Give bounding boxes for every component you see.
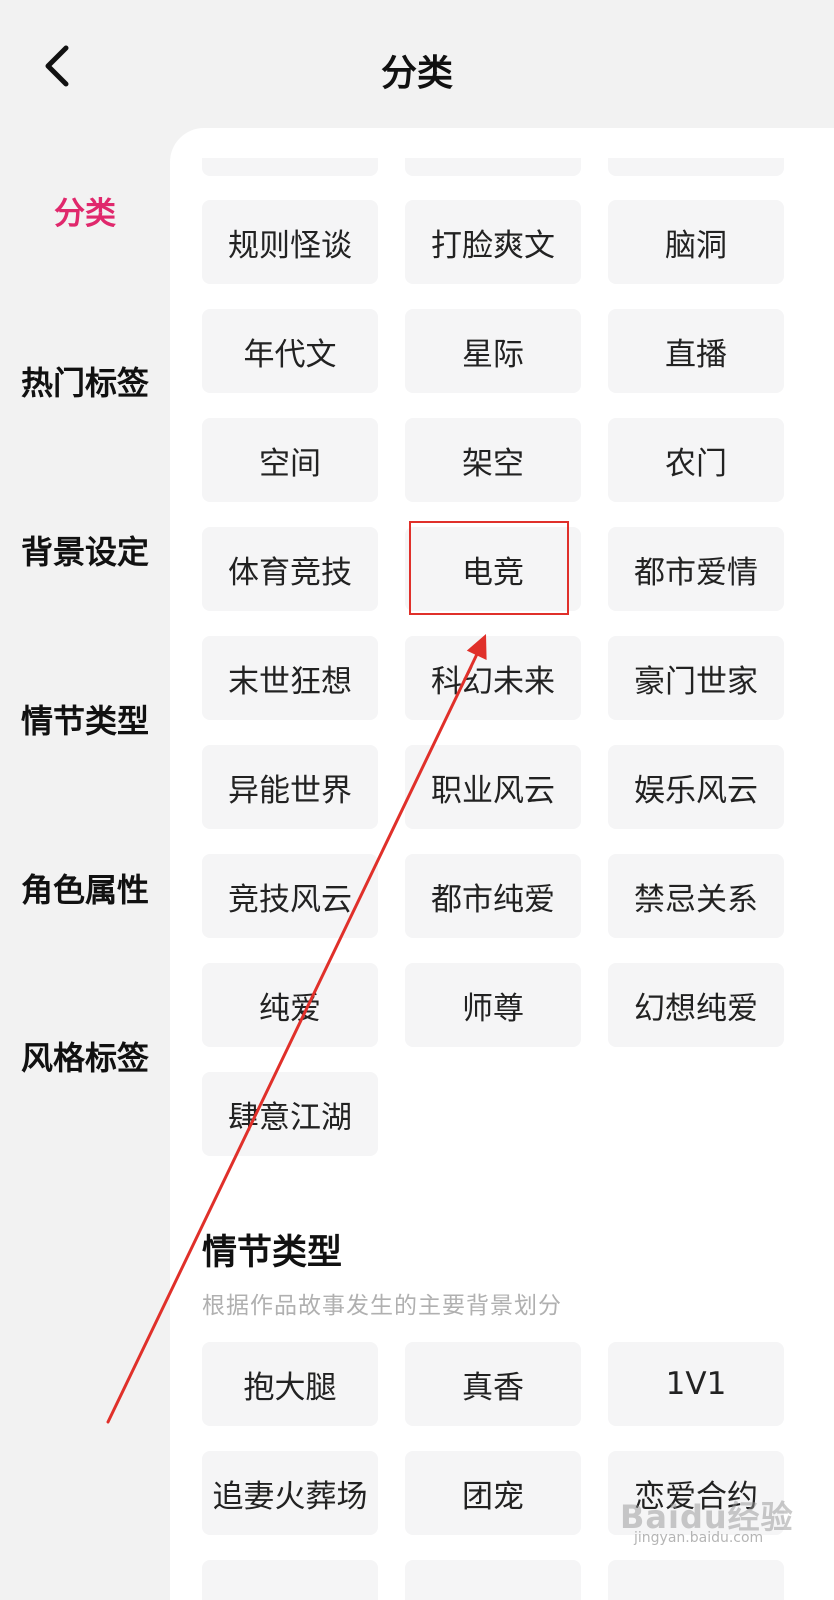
tag-button[interactable]: 真香 bbox=[405, 1342, 581, 1426]
tag-button[interactable]: 豪门世家 bbox=[608, 636, 784, 720]
header: 分类 bbox=[0, 0, 834, 130]
sidebar-item-category[interactable]: 分类 bbox=[0, 188, 170, 233]
tag-button[interactable]: 1V1 bbox=[608, 1342, 784, 1426]
tag-button[interactable]: 纯爱 bbox=[202, 963, 378, 1047]
tag-button[interactable]: 竞技风云 bbox=[202, 854, 378, 938]
tag-cut-off[interactable] bbox=[202, 1560, 378, 1600]
tag-button[interactable]: 科幻未来 bbox=[405, 636, 581, 720]
tag-button[interactable]: 星际 bbox=[405, 309, 581, 393]
section-title-plot-type: 情节类型 bbox=[202, 1233, 343, 1273]
tag-button[interactable]: 空间 bbox=[202, 418, 378, 502]
sidebar-item-plot-type[interactable]: 情节类型 bbox=[0, 696, 170, 742]
watermark: Baidu经验 jingyan.baidu.com bbox=[620, 1492, 820, 1552]
tag-button[interactable]: 师尊 bbox=[405, 963, 581, 1047]
tag-button[interactable]: 架空 bbox=[405, 418, 581, 502]
sidebar-item-style-tags[interactable]: 风格标签 bbox=[0, 1033, 170, 1079]
tag-cut-off[interactable] bbox=[608, 1560, 784, 1600]
tag-button[interactable]: 打脸爽文 bbox=[405, 200, 581, 284]
tag-button[interactable]: 规则怪谈 bbox=[202, 200, 378, 284]
sidebar-item-character[interactable]: 角色属性 bbox=[0, 865, 170, 911]
content-panel: 规则怪谈 打脸爽文 脑洞 年代文 星际 直播 空间 架空 农门 体育竞技 电竞 … bbox=[170, 128, 834, 1600]
tag-button[interactable]: 追妻火葬场 bbox=[202, 1451, 378, 1535]
sidebar-item-background[interactable]: 背景设定 bbox=[0, 527, 170, 573]
tag-cut-off[interactable] bbox=[405, 1560, 581, 1600]
tag-button[interactable]: 肆意江湖 bbox=[202, 1072, 378, 1156]
watermark-url: jingyan.baidu.com bbox=[634, 1530, 764, 1546]
tag-cut-off[interactable] bbox=[405, 158, 581, 176]
tag-button[interactable]: 职业风云 bbox=[405, 745, 581, 829]
tag-button[interactable]: 直播 bbox=[608, 309, 784, 393]
tag-cut-off[interactable] bbox=[202, 158, 378, 176]
tag-cut-off[interactable] bbox=[608, 158, 784, 176]
section-description: 根据作品故事发生的主要背景划分 bbox=[202, 1293, 562, 1319]
tag-button[interactable]: 禁忌关系 bbox=[608, 854, 784, 938]
sidebar-item-hot-tags[interactable]: 热门标签 bbox=[0, 358, 170, 404]
tag-button[interactable]: 抱大腿 bbox=[202, 1342, 378, 1426]
tag-button[interactable]: 团宠 bbox=[405, 1451, 581, 1535]
tag-button[interactable]: 都市纯爱 bbox=[405, 854, 581, 938]
tag-button[interactable]: 农门 bbox=[608, 418, 784, 502]
tag-button[interactable]: 娱乐风云 bbox=[608, 745, 784, 829]
tag-button[interactable]: 都市爱情 bbox=[608, 527, 784, 611]
tag-button[interactable]: 异能世界 bbox=[202, 745, 378, 829]
tag-button-esports[interactable]: 电竞 bbox=[405, 527, 581, 611]
tag-button[interactable]: 体育竞技 bbox=[202, 527, 378, 611]
tag-button[interactable]: 末世狂想 bbox=[202, 636, 378, 720]
tag-button[interactable]: 脑洞 bbox=[608, 200, 784, 284]
page-title: 分类 bbox=[380, 53, 453, 94]
tag-button[interactable]: 年代文 bbox=[202, 309, 378, 393]
tag-button[interactable]: 幻想纯爱 bbox=[608, 963, 784, 1047]
